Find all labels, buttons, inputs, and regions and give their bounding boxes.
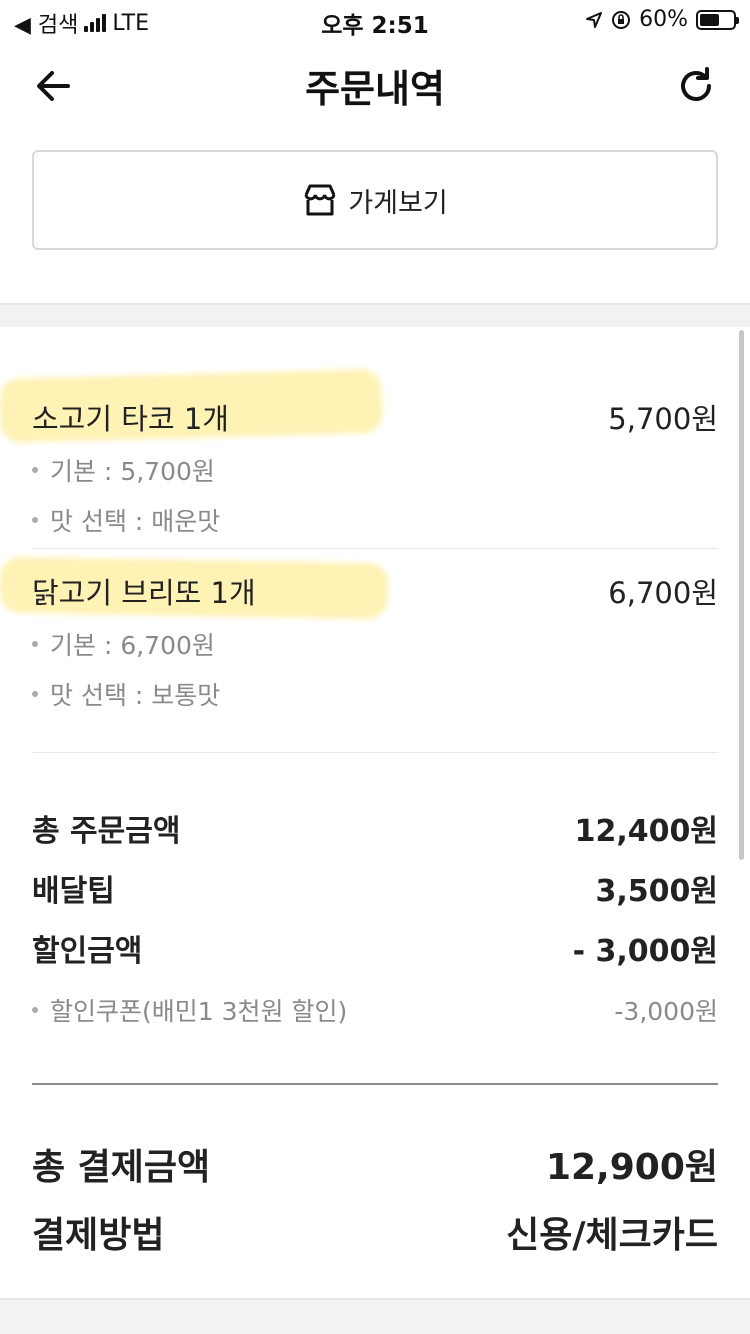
- view-store-button[interactable]: 가게보기: [32, 150, 718, 250]
- option-text: 맛 선택 : 보통맛: [50, 681, 221, 710]
- discount-label: 할인금액: [32, 934, 143, 969]
- order-total-row: 총 주문금액 12,400원: [32, 806, 718, 850]
- bullet-icon: [32, 467, 38, 473]
- payment-method-value: 신용/체크카드: [506, 1215, 718, 1256]
- payment-total-row: 총 결제금액 12,900원: [32, 1138, 718, 1190]
- item-price: 6,700원: [608, 576, 718, 610]
- header: 주문내역: [0, 40, 750, 130]
- option-text: 기본 : 5,700원: [50, 457, 215, 486]
- scrollbar[interactable]: [739, 330, 744, 860]
- total-divider: [32, 1083, 718, 1085]
- item-name: 소고기 타코 1개: [32, 402, 229, 436]
- item-name: 닭고기 브리또 1개: [32, 576, 256, 610]
- option-text: 맛 선택 : 매운맛: [50, 507, 221, 536]
- item-option: 맛 선택 : 보통맛: [32, 676, 718, 712]
- location-icon: [586, 11, 603, 28]
- item-price: 5,700원: [608, 402, 718, 436]
- bullet-icon: [32, 517, 38, 523]
- delivery-tip-value: 3,500원: [595, 874, 719, 909]
- coupon-label: 할인쿠폰(배민1 3천원 할인): [50, 997, 348, 1026]
- status-bar: ◀ 검색 LTE 오후 2:51 60%: [0, 0, 750, 40]
- payment-method-row: 결제방법 신용/체크카드: [32, 1206, 718, 1258]
- section-divider-line: [32, 752, 718, 753]
- order-item: 닭고기 브리또 1개 6,700원 기본 : 6,700원 맛 선택 : 보통맛: [32, 570, 718, 712]
- battery-icon: [696, 9, 739, 30]
- item-option: 맛 선택 : 매운맛: [32, 502, 718, 538]
- discount-value: - 3,000원: [572, 934, 718, 969]
- coupon-value: -3,000원: [614, 997, 718, 1026]
- battery-fill: [700, 13, 719, 26]
- payment-method-label: 결제방법: [32, 1215, 165, 1256]
- battery-percent: 60%: [639, 7, 688, 32]
- page-title: 주문내역: [305, 67, 445, 111]
- section-divider: [0, 303, 750, 327]
- item-option: 기본 : 5,700원: [32, 452, 718, 488]
- order-total-label: 총 주문금액: [32, 814, 181, 849]
- discount-row: 할인금액 - 3,000원: [32, 926, 718, 970]
- bottom-divider: [0, 1298, 750, 1334]
- refresh-icon: [681, 67, 711, 101]
- item-option: 기본 : 6,700원: [32, 626, 718, 662]
- coupon-row: 할인쿠폰(배민1 3천원 할인) -3,000원: [32, 992, 718, 1028]
- refresh-button[interactable]: [672, 62, 720, 110]
- bullet-icon: [32, 641, 38, 647]
- status-right: 60%: [585, 7, 739, 32]
- bullet-icon: [32, 1007, 38, 1013]
- delivery-tip-row: 배달팁 3,500원: [32, 866, 718, 910]
- bullet-icon: [32, 691, 38, 697]
- delivery-tip-label: 배달팁: [32, 874, 115, 909]
- store-icon: [304, 184, 336, 216]
- payment-total-label: 총 결제금액: [32, 1147, 211, 1188]
- order-item: 소고기 타코 1개 5,700원 기본 : 5,700원 맛 선택 : 매운맛: [32, 396, 718, 538]
- item-divider: [32, 548, 718, 549]
- order-total-value: 12,400원: [574, 814, 718, 849]
- view-store-label: 가게보기: [348, 187, 448, 219]
- option-text: 기본 : 6,700원: [50, 631, 215, 660]
- coupon-label-wrap: 할인쿠폰(배민1 3천원 할인): [32, 992, 347, 1028]
- payment-total-value: 12,900원: [545, 1147, 718, 1188]
- rotation-lock-icon: [612, 10, 631, 29]
